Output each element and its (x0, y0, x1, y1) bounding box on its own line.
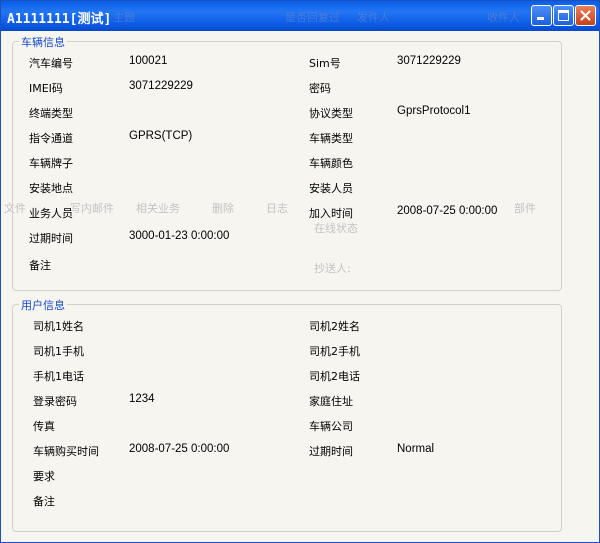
field-label: 司机2手机 (309, 345, 360, 358)
ghost-title-recipient: 收件人 (487, 11, 520, 24)
close-icon (580, 10, 591, 21)
field-value: GprsProtocol1 (397, 105, 471, 117)
field-value: 3000-01-23 0:00:00 (129, 230, 230, 242)
maximize-icon (558, 10, 569, 21)
field-value: 2008-07-25 0:00:00 (129, 443, 230, 455)
minimize-icon (537, 17, 544, 20)
field-value: GPRS(TCP) (129, 130, 193, 142)
field-label: 汽车编号 (29, 57, 73, 70)
field-value: 3071229229 (397, 55, 461, 67)
field-label: 传真 (33, 420, 55, 433)
field-label: 登录密码 (33, 395, 77, 408)
ghost-title-replied: 是否回复过 (285, 11, 340, 24)
field-label: 车辆公司 (309, 420, 353, 433)
field-label: 车辆牌子 (29, 157, 73, 170)
field-label: 车辆颜色 (309, 157, 353, 170)
field-label: 加入时间 (309, 207, 353, 220)
dialog-body: 文件 写内邮件 相关业务 删除 日志 部件 在线状态 抄送人: 车辆信息 汽车编… (4, 31, 596, 541)
field-label: Sim号 (309, 57, 341, 70)
field-label: 司机2姓名 (309, 320, 360, 333)
field-label: 要求 (33, 470, 55, 483)
field-label: 安装地点 (29, 182, 73, 195)
ghost-title-subject: 主题 (113, 11, 135, 24)
field-label: 过期时间 (29, 232, 73, 245)
field-label: 协议类型 (309, 107, 353, 120)
maximize-button[interactable] (553, 5, 574, 26)
field-value: 2008-07-25 0:00:00 (397, 205, 498, 217)
user-info-group: 用户信息 司机1姓名 司机2姓名 司机1手机 司机2手机 手机1电话 司机2电话… (12, 297, 562, 532)
field-label: 备注 (29, 259, 51, 272)
field-label: 指令通道 (29, 132, 73, 145)
field-label: 司机1手机 (33, 345, 84, 358)
field-value: Normal (397, 443, 435, 455)
field-value: 100021 (129, 55, 168, 67)
field-label: 终端类型 (29, 107, 73, 120)
field-value: 3071229229 (129, 80, 193, 92)
field-label: 车辆类型 (309, 132, 353, 145)
field-label: 车辆购买时间 (33, 445, 99, 458)
field-label: 司机2电话 (309, 370, 360, 383)
vehicle-info-legend: 车辆信息 (19, 34, 67, 50)
field-label: 备注 (33, 495, 55, 508)
field-label: IMEI码 (29, 82, 63, 95)
field-label: 过期时间 (309, 445, 353, 458)
close-button[interactable] (575, 5, 596, 26)
field-label: 安装人员 (309, 182, 353, 195)
window-title: A1111111[测试] (7, 12, 112, 27)
field-label: 业务人员 (29, 207, 73, 220)
field-label: 家庭住址 (309, 395, 353, 408)
ghost-title-sender: 发件人 (357, 11, 390, 24)
vehicle-info-window: 主题 是否回复过 发件人 收件人 A1111111[测试] 文件 写内邮件 相关… (0, 0, 600, 543)
minimize-button[interactable] (531, 5, 552, 26)
field-label: 密码 (309, 82, 331, 95)
user-info-legend: 用户信息 (19, 297, 67, 313)
field-label: 手机1电话 (33, 370, 84, 383)
title-bar[interactable]: 主题 是否回复过 发件人 收件人 A1111111[测试] (1, 1, 599, 31)
field-value: 1234 (129, 393, 155, 405)
field-label: 司机1姓名 (33, 320, 84, 333)
vehicle-info-group: 车辆信息 汽车编号 100021 Sim号 3071229229 IMEI码 3… (12, 34, 562, 291)
